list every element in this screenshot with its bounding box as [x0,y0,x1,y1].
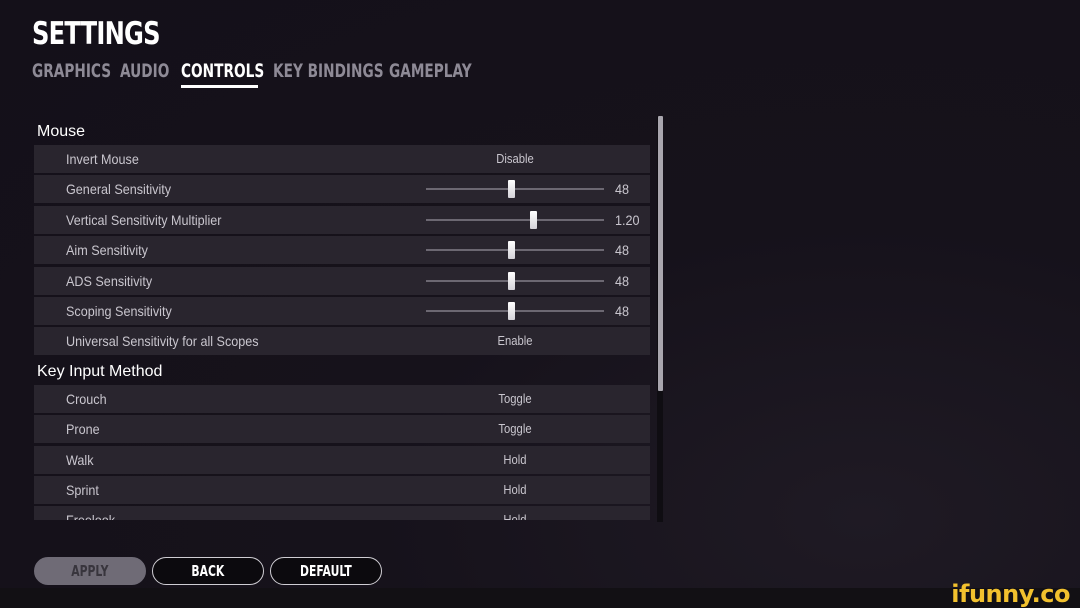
setting-label: ADS Sensitivity [66,272,153,289]
default-button[interactable]: DEFAULT [270,557,382,585]
option-value-selector[interactable]: Toggle [469,422,561,436]
active-tab-indicator [181,85,258,88]
scrollbar-thumb[interactable] [658,116,663,391]
slider-knob[interactable] [508,301,516,320]
setting-label: Prone [66,421,100,438]
slider-value: 48 [615,242,630,259]
slider-knob[interactable] [508,180,516,199]
setting-label: Sprint [66,481,99,498]
slider-knob[interactable] [508,241,516,260]
option-value-selector[interactable]: Hold [469,513,561,520]
setting-label: Crouch [66,390,107,407]
tab-controls[interactable]: CONTROLS [181,60,264,82]
tab-key-bindings[interactable]: KEY BINDINGS [273,60,384,82]
apply-button-label: APPLY [71,562,109,580]
setting-row-general-sensitivity: General Sensitivity 48 [34,175,650,204]
setting-label: General Sensitivity [66,181,172,198]
setting-row-universal-sensitivity-for-all-scopes: Universal Sensitivity for all Scopes Enab… [34,327,650,356]
bottom-bar [0,588,1080,608]
option-value-selector[interactable]: Hold [469,483,561,497]
page-title: SETTINGS [32,16,161,52]
setting-label: Vertical Sensitivity Multiplier [66,211,222,228]
slider-scoping-sensitivity[interactable] [426,301,604,321]
setting-label: Universal Sensitivity for all Scopes [66,333,259,350]
setting-label: Aim Sensitivity [66,242,148,259]
setting-row-invert-mouse: Invert Mouse Disable [34,145,650,173]
slider-ads-sensitivity[interactable] [426,271,604,291]
settings-tabs: GRAPHICS AUDIO CONTROLS KEY BINDINGS GAM… [32,60,479,82]
setting-row-crouch: Crouch Toggle [34,384,650,413]
setting-row-sprint: Sprint Hold [34,475,650,504]
option-value-selector[interactable]: Hold [469,453,561,467]
slider-value: 48 [615,272,630,289]
setting-row-prone: Prone Toggle [34,415,650,444]
setting-row-freelook: Freelook Hold [34,506,650,520]
apply-button[interactable]: APPLY [34,557,146,585]
settings-panel: Mouse Invert Mouse Disable General Sensiti… [34,118,650,520]
tab-gameplay[interactable]: GAMEPLAY [389,60,472,82]
option-value-selector[interactable]: Enable [469,334,561,348]
default-button-label: DEFAULT [300,562,352,580]
option-value-selector[interactable]: Disable [469,152,561,166]
setting-label: Scoping Sensitivity [66,302,172,319]
slider-track[interactable] [426,218,604,221]
section-title-key-input-method: Key Input Method [37,362,163,380]
setting-row-aim-sensitivity: Aim Sensitivity 48 [34,236,650,265]
tab-audio[interactable]: AUDIO [120,60,169,82]
tab-graphics[interactable]: GRAPHICS [32,60,111,82]
slider-vertical-sensitivity-multiplier[interactable] [426,210,604,230]
section-title-mouse: Mouse [37,123,86,140]
setting-label: Invert Mouse [66,151,139,167]
watermark-logo: ifunny.co [951,580,1070,608]
slider-aim-sensitivity[interactable] [426,240,604,260]
slider-knob[interactable] [529,210,537,229]
setting-row-scoping-sensitivity: Scoping Sensitivity 48 [34,296,650,325]
setting-row-walk: Walk Hold [34,445,650,474]
slider-value: 1.20 [615,211,640,228]
back-button[interactable]: BACK [152,557,264,585]
back-button-label: BACK [191,562,225,580]
setting-label: Freelook [66,512,115,520]
setting-label: Walk [66,451,94,468]
slider-value: 48 [615,181,630,198]
setting-row-vertical-sensitivity-multiplier: Vertical Sensitivity Multiplier 1.20 [34,205,650,234]
slider-knob[interactable] [508,271,516,290]
slider-value: 48 [615,302,630,319]
setting-row-ads-sensitivity: ADS Sensitivity 48 [34,266,650,295]
option-value-selector[interactable]: Toggle [469,392,561,406]
slider-general-sensitivity[interactable] [426,179,604,199]
